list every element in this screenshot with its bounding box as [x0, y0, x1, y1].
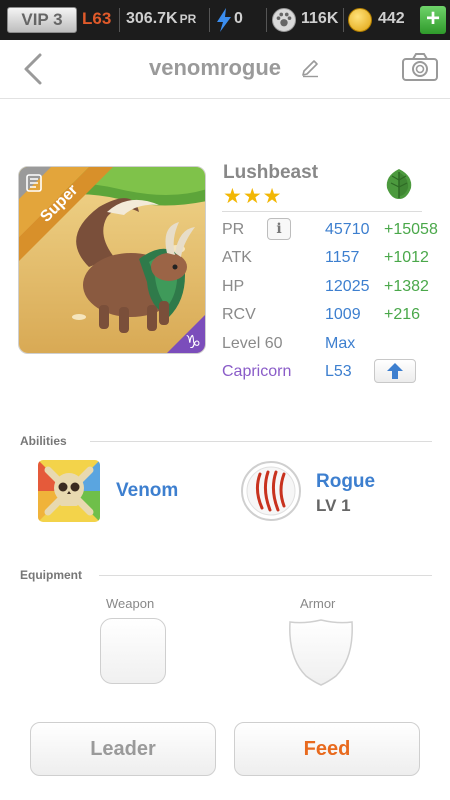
stat-bonus: +15058	[384, 221, 438, 238]
monster-nickname: venomrogue	[148, 55, 282, 80]
zodiac-level: L53	[325, 363, 352, 380]
stat-bonus: +1012	[384, 249, 429, 266]
level-row: Level 60 Max	[222, 335, 446, 359]
gold-count: 442	[378, 10, 405, 27]
feed-button[interactable]: Feed	[234, 722, 420, 776]
stat-label: ATK	[222, 249, 252, 266]
stat-label: RCV	[222, 306, 256, 323]
vip-badge[interactable]: VIP 3	[7, 7, 77, 33]
stat-row-atk: ATK 1157 +1012	[222, 249, 446, 273]
skull-icon	[38, 460, 100, 522]
pr-unit: PR	[179, 12, 197, 26]
venom-ability-name[interactable]: Venom	[116, 480, 178, 502]
rogue-ability-name[interactable]: Rogue	[316, 471, 375, 493]
weapon-slot[interactable]	[100, 618, 166, 684]
divider	[266, 8, 267, 32]
abilities-heading: Abilities	[20, 434, 67, 448]
stat-value: 45710	[325, 221, 370, 238]
leaf-icon	[382, 167, 416, 201]
name-divider	[222, 211, 422, 212]
stat-row-pr: PR i 45710 +15058	[222, 218, 446, 245]
player-level: L63	[82, 9, 112, 28]
edit-pencil-icon[interactable]	[300, 58, 320, 78]
stat-bonus: +1382	[384, 278, 429, 295]
monster-art: ♑	[19, 167, 205, 353]
camera-icon[interactable]	[401, 52, 439, 82]
leader-button[interactable]: Leader	[30, 722, 216, 776]
abilities-divider	[90, 441, 432, 442]
level-label: Level 60	[222, 335, 283, 352]
equipment-divider	[99, 575, 432, 576]
status-bar: VIP 3 L63 306.7K PR 0 116K 442 +	[0, 0, 450, 40]
stat-bonus: +216	[384, 306, 421, 323]
pr-value: 306.7K	[126, 10, 178, 27]
arrow-up-icon	[387, 363, 403, 379]
paw-food-icon	[272, 8, 296, 32]
zodiac-row: Capricorn L53	[222, 359, 446, 387]
stat-label: HP	[222, 278, 245, 295]
zodiac-sign-label[interactable]: Capricorn	[222, 363, 291, 381]
equipment-heading: Equipment	[20, 568, 82, 582]
zodiac-upgrade-button[interactable]	[374, 359, 416, 383]
level-value: Max	[325, 335, 356, 352]
monster-stars: ★★★	[223, 185, 283, 208]
svg-text:♑: ♑	[185, 332, 201, 353]
header-divider	[0, 98, 450, 99]
rogue-ability-level: LV 1	[316, 496, 351, 515]
page-title: venomrogue	[0, 55, 450, 81]
monster-name: Lushbeast	[223, 162, 319, 183]
stat-value: 1157	[325, 249, 360, 266]
divider	[343, 8, 344, 32]
stat-value: 1009	[325, 306, 361, 323]
armor-slot-shield-icon[interactable]	[288, 618, 354, 686]
divider	[209, 8, 210, 32]
energy-bolt-icon	[217, 8, 231, 32]
armor-label: Armor	[300, 596, 336, 611]
monster-portrait[interactable]: ♑ Super	[18, 166, 206, 354]
stat-row-rcv: RCV 1009 +216	[222, 306, 446, 330]
claw-icon[interactable]	[240, 460, 302, 522]
player-power-rating: 306.7K PR	[126, 10, 196, 28]
venom-ability-icon[interactable]	[38, 460, 100, 522]
add-gold-button[interactable]: +	[420, 6, 446, 34]
stat-label: PR	[222, 221, 245, 238]
food-count: 116K	[301, 10, 339, 27]
weapon-label: Weapon	[106, 596, 155, 611]
energy-count: 0	[234, 10, 243, 27]
info-button[interactable]: i	[267, 218, 291, 240]
divider	[119, 8, 120, 32]
stat-row-hp: HP 12025 +1382	[222, 278, 446, 302]
gold-coin-icon	[348, 8, 372, 32]
stat-value: 12025	[325, 278, 370, 295]
